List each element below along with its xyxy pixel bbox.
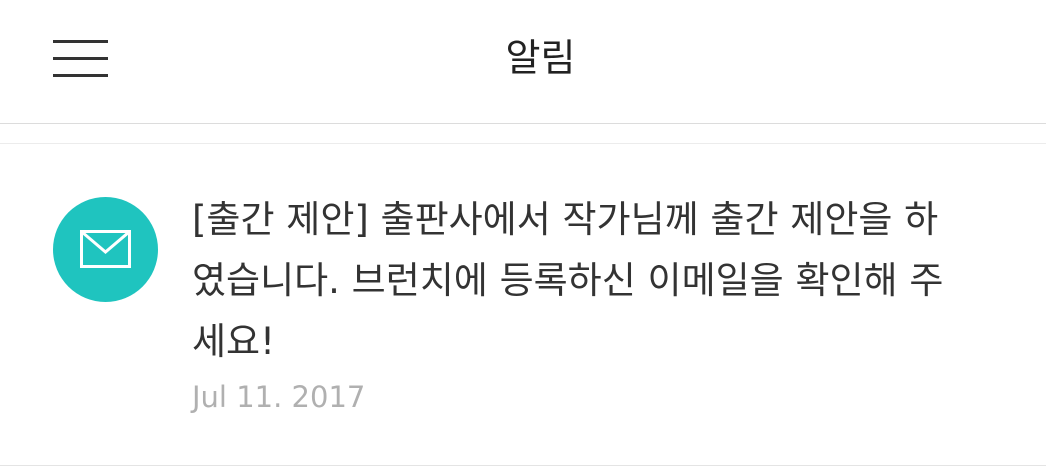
notification-avatar <box>53 197 158 302</box>
page-title: 알림 <box>505 36 576 80</box>
mail-icon <box>80 230 131 268</box>
notification-message: [출간 제안] 출판사에서 작가님께 출간 제안을 하였습니다. 브런치에 등록… <box>192 198 944 363</box>
notification-date: Jul 11. 2017 <box>192 380 366 414</box>
notification-item[interactable]: [출간 제안] 출판사에서 작가님께 출간 제안을 하였습니다. 브런치에 등록… <box>0 144 1046 466</box>
app-header: 알림 <box>0 0 1046 124</box>
